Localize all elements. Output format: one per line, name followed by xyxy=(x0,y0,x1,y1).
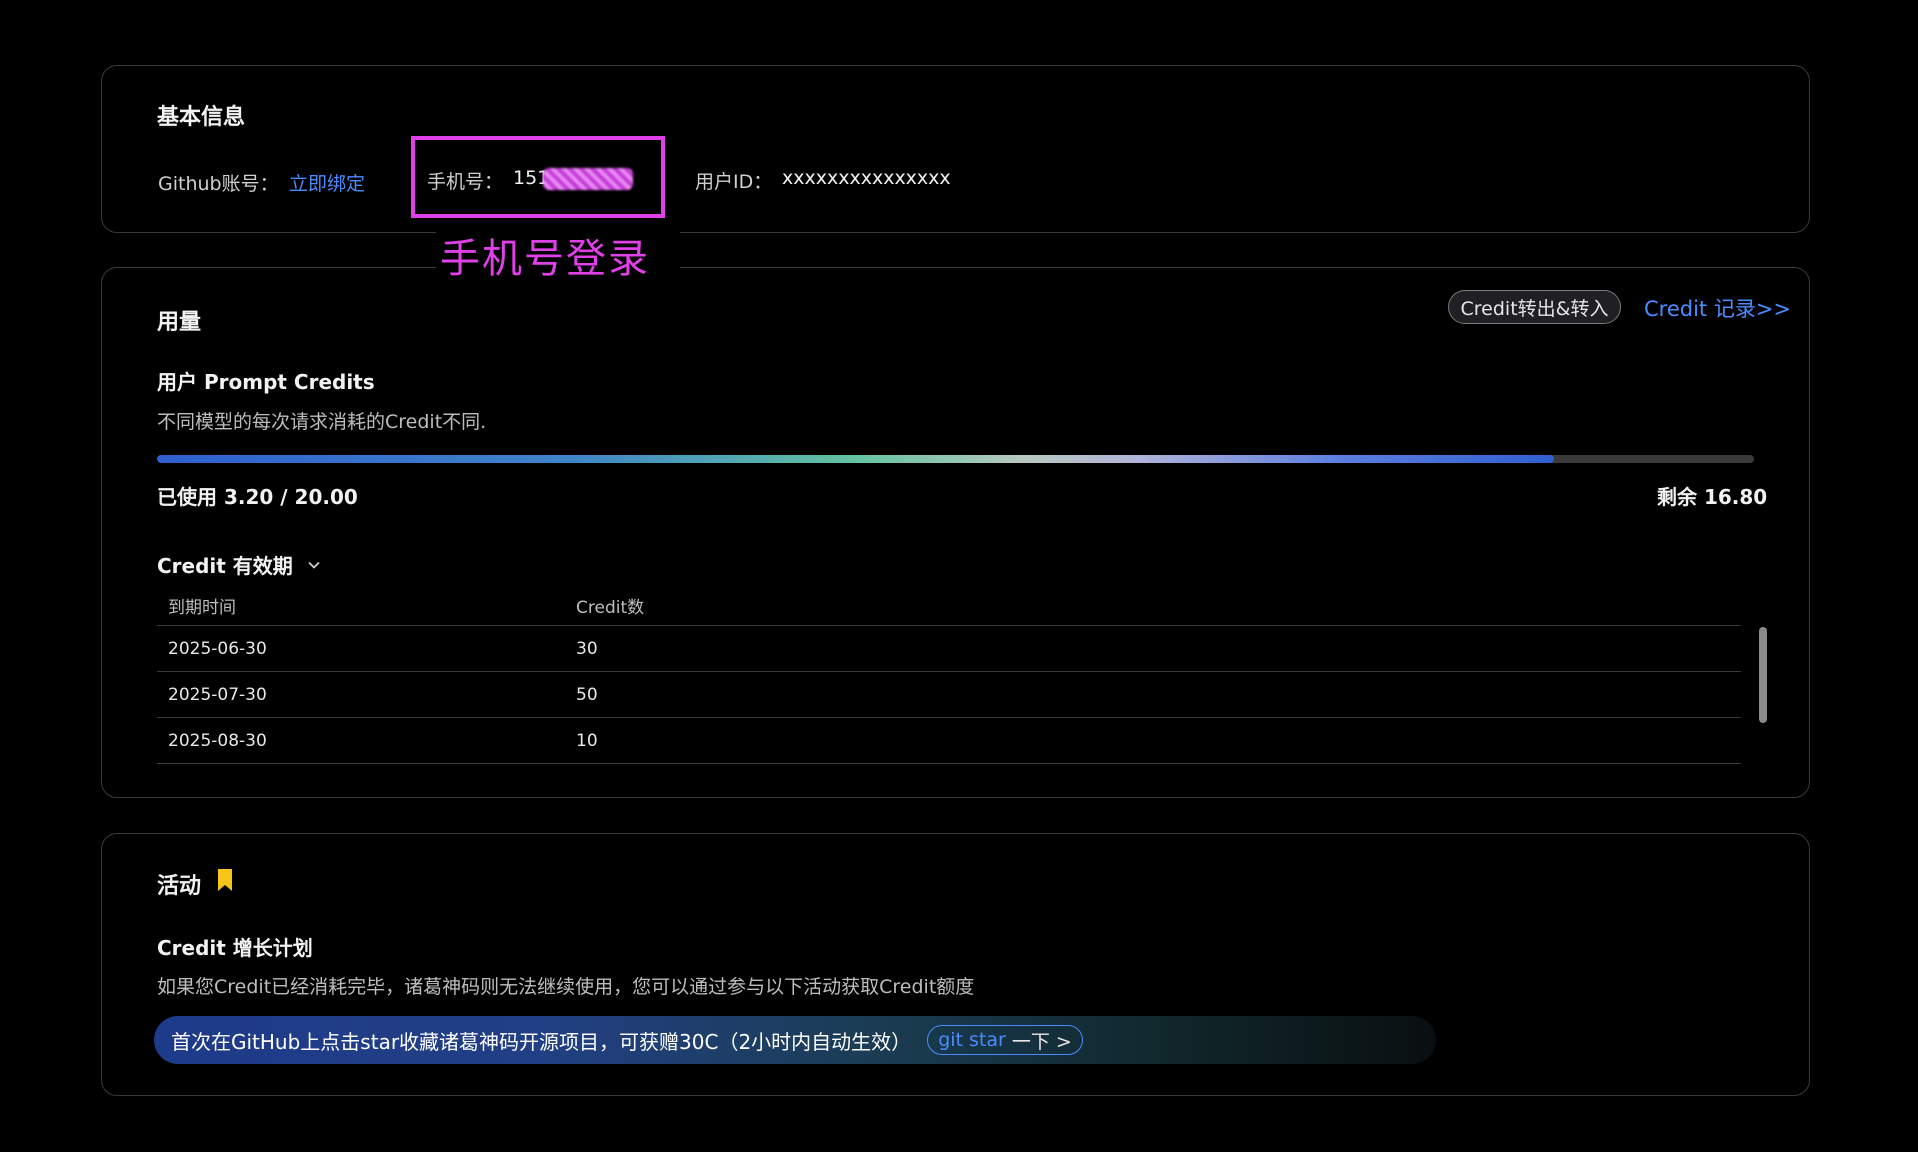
phone-label: 手机号： xyxy=(427,171,504,193)
github-label: Github账号： xyxy=(158,173,279,195)
table-row: 2025-06-30 30 xyxy=(157,626,1741,672)
usage-title: 用量 xyxy=(157,310,202,335)
prompt-credits-desc: 不同模型的每次请求消耗的Credit不同. xyxy=(157,411,487,433)
table-row: 2025-08-30 10 xyxy=(157,718,1741,764)
header-credit-count: Credit数 xyxy=(576,598,645,618)
git-star-accent-label: git star xyxy=(938,1029,1006,1051)
cell-credits: 30 xyxy=(576,638,598,659)
annotation-caption: 手机号登录 xyxy=(436,226,680,288)
github-star-banner-text: 首次在GitHub上点击star收藏诸葛神码开源项目，可获赠30C（2小时内自动… xyxy=(171,1029,912,1054)
phone-redaction-mask xyxy=(543,168,633,190)
github-bind-link[interactable]: 立即绑定 xyxy=(289,169,365,196)
credit-expiry-table: 到期时间 Credit数 2025-06-30 30 2025-07-30 50… xyxy=(157,586,1741,764)
git-star-rest-label: 一下 > xyxy=(1011,1030,1072,1053)
cell-date: 2025-08-30 xyxy=(168,730,267,751)
growth-plan-desc: 如果您Credit已经消耗完毕，诸葛神码则无法继续使用，您可以通过参与以下活动获… xyxy=(157,976,975,998)
bookmark-icon xyxy=(218,869,232,891)
table-header: 到期时间 Credit数 xyxy=(157,586,1741,626)
table-row: 2025-07-30 50 xyxy=(157,672,1741,718)
cell-date: 2025-07-30 xyxy=(168,684,267,705)
growth-plan-title: Credit 增长计划 xyxy=(157,936,313,960)
cell-date: 2025-06-30 xyxy=(168,638,267,659)
credit-expiry-toggle[interactable]: Credit 有效期 xyxy=(157,550,321,579)
credits-progress-fill xyxy=(157,455,1555,463)
prompt-credits-title: 用户 Prompt Credits xyxy=(157,370,375,394)
used-credits-text: 已使用 3.20 / 20.00 xyxy=(157,485,358,509)
header-expiry-date: 到期时间 xyxy=(168,598,236,618)
credits-progress-bar xyxy=(157,455,1754,463)
cell-credits: 50 xyxy=(576,684,598,705)
cell-credits: 10 xyxy=(576,730,598,751)
credit-expiry-label: Credit 有效期 xyxy=(157,554,293,578)
chevron-down-icon xyxy=(308,561,320,569)
user-id-value: xxxxxxxxxxxxxxx xyxy=(782,167,951,189)
remaining-credits-text: 剩余 16.80 xyxy=(1657,485,1768,509)
basic-info-title: 基本信息 xyxy=(157,105,246,130)
basic-info-card xyxy=(101,65,1810,233)
table-scrollbar[interactable] xyxy=(1759,627,1767,723)
git-star-button[interactable]: git star 一下 > xyxy=(927,1025,1083,1055)
github-star-banner: 首次在GitHub上点击star收藏诸葛神码开源项目，可获赠30C（2小时内自动… xyxy=(154,1016,1436,1064)
user-id-label: 用户ID： xyxy=(695,171,773,193)
credit-records-link[interactable]: Credit 记录>> xyxy=(1644,293,1791,323)
activity-title: 活动 xyxy=(157,874,202,899)
credit-transfer-button[interactable]: Credit转出&转入 xyxy=(1448,290,1621,324)
